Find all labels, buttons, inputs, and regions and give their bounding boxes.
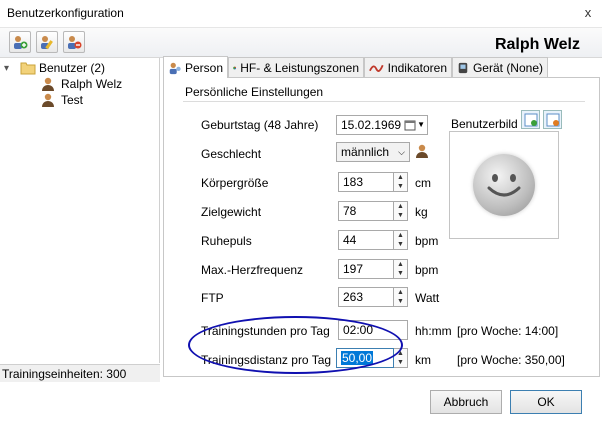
calendar-icon[interactable]: ▼: [404, 118, 425, 132]
spin-down-icon[interactable]: ▼: [394, 358, 407, 367]
load-image-icon[interactable]: [521, 110, 540, 129]
tab-label: HF- & Leistungszonen: [240, 61, 359, 75]
user-icon: [42, 93, 54, 107]
current-user-name: Ralph Welz: [494, 36, 580, 53]
gender-person-icon: [414, 143, 430, 162]
dropdown-arrow-icon: ▼: [417, 120, 425, 129]
birthday-value: 15.02.1969: [341, 118, 402, 132]
tab-device[interactable]: Gerät (None): [452, 57, 548, 78]
spin-down-icon[interactable]: ▼: [394, 297, 407, 306]
gender-select[interactable]: männlich ⌵: [336, 142, 410, 162]
avatar-label: Benutzerbild: [451, 117, 518, 131]
tree-item-label: Test: [61, 93, 84, 107]
remove-image-icon[interactable]: [543, 110, 562, 129]
chevron-down-icon[interactable]: ▾: [4, 63, 16, 74]
max-hr-unit: bpm: [415, 263, 439, 277]
edit-user-icon[interactable]: [36, 31, 58, 53]
smiley-avatar-image: [473, 154, 535, 216]
training-hours-weekly: [pro Woche: 14:00]: [457, 324, 559, 338]
spin-up-icon[interactable]: ▲: [394, 173, 407, 182]
tab-label: Person: [184, 60, 223, 75]
height-unit: cm: [415, 176, 431, 190]
cancel-button[interactable]: Abbruch: [430, 390, 502, 414]
spin-up-icon[interactable]: ▲: [394, 202, 407, 211]
height-input[interactable]: 183: [338, 172, 394, 192]
gender-label: Geschlecht: [201, 147, 262, 161]
max-hr-stepper[interactable]: ▲ ▼: [394, 259, 408, 279]
tab-label: Indikatoren: [387, 61, 447, 75]
training-distance-weekly: [pro Woche: 350,00]: [457, 353, 565, 367]
spin-down-icon[interactable]: ▼: [394, 211, 407, 220]
section-title: Persönliche Einstellungen: [185, 85, 324, 99]
user-avatar[interactable]: [449, 131, 559, 239]
section-divider: [183, 101, 585, 102]
ftp-input[interactable]: 263: [338, 287, 394, 307]
add-user-icon[interactable]: [9, 31, 31, 53]
resting-pulse-input[interactable]: 44: [338, 230, 394, 250]
ok-button[interactable]: OK: [510, 390, 582, 414]
tree-item-ralph-welz[interactable]: Ralph Welz: [40, 76, 122, 92]
training-distance-unit: km: [415, 353, 431, 367]
target-weight-unit: kg: [415, 205, 428, 219]
tree-root[interactable]: ▾ Benutzer (2): [4, 60, 105, 76]
resting-pulse-stepper[interactable]: ▲ ▼: [394, 230, 408, 250]
birthday-date-picker[interactable]: 15.02.1969 ▼: [336, 115, 428, 135]
delete-user-icon[interactable]: [63, 31, 85, 53]
tree-item-label: Ralph Welz: [61, 77, 123, 91]
device-icon: [458, 62, 468, 74]
spin-down-icon[interactable]: ▼: [394, 269, 407, 278]
tab-hf-zones[interactable]: HF- & Leistungszonen: [228, 57, 364, 78]
window-title: Benutzerkonfiguration: [7, 6, 124, 20]
title-bar: Benutzerkonfiguration x: [0, 0, 602, 28]
target-weight-stepper[interactable]: ▲ ▼: [394, 201, 408, 221]
spin-up-icon[interactable]: ▲: [394, 260, 407, 269]
tab-label: Gerät (None): [472, 61, 543, 75]
spin-up-icon[interactable]: ▲: [394, 288, 407, 297]
ftp-unit: Watt: [415, 291, 440, 305]
target-weight-label: Zielgewicht: [201, 205, 262, 219]
zones-icon: [233, 66, 237, 70]
user-tree: ▾ Benutzer (2) Ralph Welz Test: [0, 58, 160, 363]
person-icon: [169, 62, 181, 74]
resting-pulse-label: Ruhepuls: [201, 234, 252, 248]
training-hours-unit: hh:mm: [415, 324, 452, 338]
tree-item-test[interactable]: Test: [40, 92, 83, 108]
user-icon: [42, 77, 54, 91]
tree-root-label: Benutzer (2): [39, 61, 106, 75]
target-weight-input[interactable]: 78: [338, 201, 394, 221]
height-label: Körpergröße: [201, 176, 269, 190]
chevron-down-icon: ⌵: [398, 147, 405, 157]
spin-up-icon[interactable]: ▲: [394, 231, 407, 240]
resting-pulse-unit: bpm: [415, 234, 439, 248]
tab-indicators[interactable]: Indikatoren: [364, 57, 452, 78]
gender-value: männlich: [341, 145, 390, 159]
ftp-label: FTP: [201, 291, 224, 305]
status-bar: Trainingseinheiten: 300: [0, 364, 160, 382]
spin-down-icon[interactable]: ▼: [394, 182, 407, 191]
birthday-label: Geburtstag (48 Jahre): [201, 118, 319, 132]
ftp-stepper[interactable]: ▲ ▼: [394, 287, 408, 307]
spin-down-icon[interactable]: ▼: [394, 240, 407, 249]
height-stepper[interactable]: ▲ ▼: [394, 172, 408, 192]
folder-icon: [20, 62, 36, 75]
close-icon[interactable]: x: [580, 5, 596, 21]
tab-person[interactable]: Person: [163, 56, 228, 78]
annotation-oval: [188, 316, 403, 374]
max-hr-input[interactable]: 197: [338, 259, 394, 279]
max-hr-label: Max.-Herzfrequenz: [201, 263, 304, 277]
indicator-icon: [369, 64, 384, 72]
